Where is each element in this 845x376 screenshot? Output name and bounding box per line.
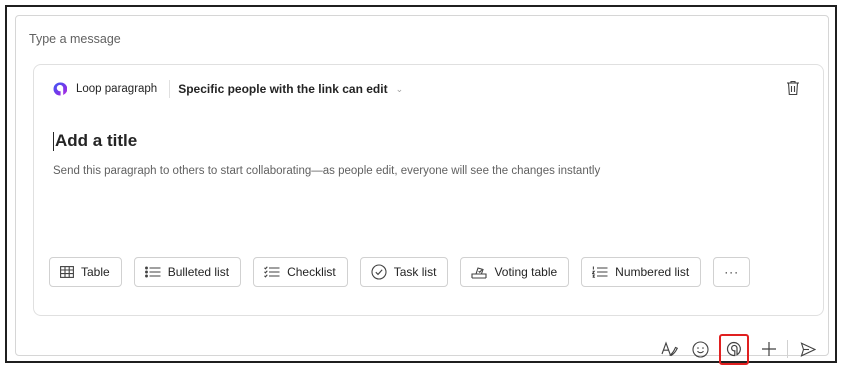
- checklist-icon: [264, 266, 280, 278]
- table-icon: [60, 266, 74, 278]
- insert-options-row: Table Bulleted list Checklist Task list …: [49, 257, 751, 287]
- compose-box[interactable]: Type a message Loop paragraph Specific p…: [15, 15, 829, 365]
- voting-table-icon: [471, 267, 487, 279]
- header-divider: [169, 80, 171, 98]
- insert-task-list-button[interactable]: Task list: [359, 257, 449, 287]
- insert-table-button[interactable]: Table: [49, 257, 122, 287]
- title-placeholder[interactable]: Add a title: [55, 131, 137, 151]
- chip-label: Voting table: [494, 265, 558, 279]
- loop-component-button[interactable]: [719, 333, 749, 365]
- title-field[interactable]: Add a title: [53, 131, 137, 151]
- loop-paragraph-card: Loop paragraph Specific people with the …: [33, 64, 824, 316]
- loop-description: Send this paragraph to others to start c…: [53, 165, 601, 177]
- insert-voting-table-button[interactable]: Voting table: [460, 257, 570, 287]
- loop-logo-icon: [53, 82, 68, 96]
- format-icon[interactable]: [660, 339, 680, 359]
- chevron-down-icon[interactable]: ⌄: [396, 84, 404, 95]
- loop-card-header: Loop paragraph Specific people with the …: [53, 79, 403, 99]
- insert-bulleted-list-button[interactable]: Bulleted list: [133, 257, 242, 287]
- sharing-permission-dropdown[interactable]: Specific people with the link can edit: [178, 82, 387, 96]
- chip-label: Numbered list: [615, 265, 690, 279]
- chip-label: Task list: [393, 265, 437, 279]
- loop-component-icon: [726, 341, 741, 357]
- trash-icon[interactable]: [785, 79, 801, 97]
- task-list-icon: [371, 264, 387, 280]
- chip-label: Table: [81, 265, 110, 279]
- insert-checklist-button[interactable]: Checklist: [253, 257, 348, 287]
- loop-app-name: Loop paragraph: [76, 83, 158, 95]
- chip-label: Checklist: [287, 265, 336, 279]
- chip-label: Bulleted list: [167, 265, 230, 279]
- emoji-icon[interactable]: [690, 339, 710, 359]
- more-options-button[interactable]: ···: [713, 257, 751, 287]
- text-cursor: [53, 131, 54, 151]
- numbered-list-icon: [592, 266, 608, 278]
- insert-numbered-list-button[interactable]: Numbered list: [581, 257, 702, 287]
- send-icon[interactable]: [798, 339, 818, 359]
- bulleted-list-icon: [144, 266, 161, 278]
- plus-icon[interactable]: [759, 339, 779, 359]
- message-input-placeholder[interactable]: Type a message: [29, 32, 121, 46]
- toolbar-divider: [787, 340, 788, 358]
- compose-toolbar: [650, 333, 818, 365]
- message-compose-frame: Type a message Loop paragraph Specific p…: [5, 5, 837, 365]
